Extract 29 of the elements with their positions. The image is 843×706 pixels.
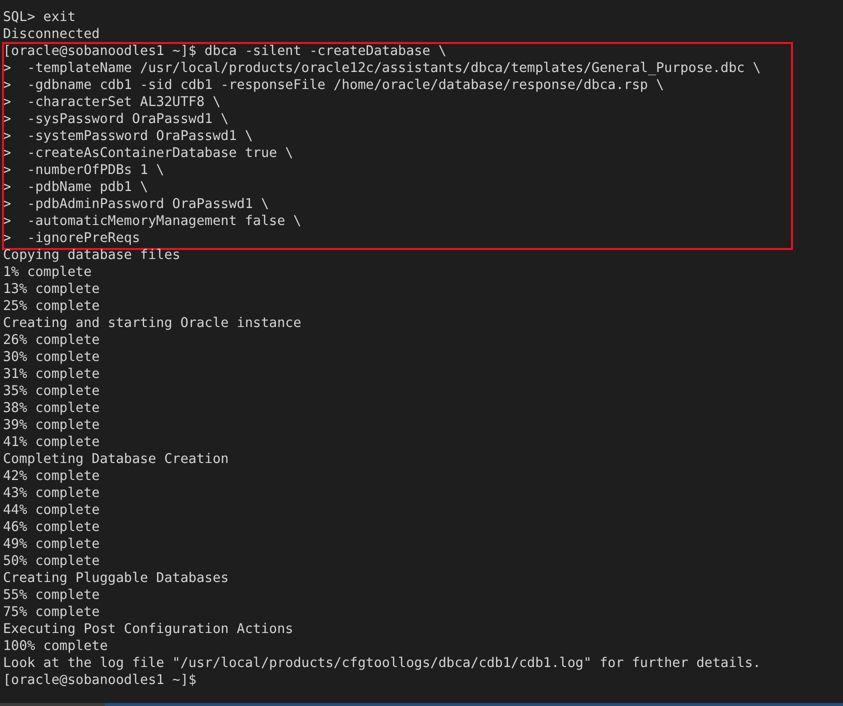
terminal-line: 25% complete	[3, 298, 100, 315]
terminal-line: Executing Post Configuration Actions	[3, 621, 294, 638]
terminal-line: 49% complete	[3, 536, 100, 553]
terminal-line: 13% complete	[3, 281, 100, 298]
terminal-line: Copying database files	[3, 247, 180, 264]
terminal-line: Look at the log file "/usr/local/products/cfgtoollogs/dbca/cdb1/cdb1.log" for further details.	[3, 655, 761, 672]
terminal-line: 26% complete	[3, 332, 100, 349]
terminal-line: 46% complete	[3, 519, 100, 536]
terminal-line: 38% complete	[3, 400, 100, 417]
terminal-line: 41% complete	[3, 434, 100, 451]
terminal-line: Creating and starting Oracle instance	[3, 315, 302, 332]
terminal-line: 100% complete	[3, 638, 108, 655]
terminal-line: 30% complete	[3, 349, 100, 366]
terminal-line: Disconnected	[3, 26, 100, 43]
terminal-line: 75% complete	[3, 604, 100, 621]
terminal-line: [oracle@sobanoodles1 ~]$	[3, 672, 196, 689]
terminal-line: 31% complete	[3, 366, 100, 383]
terminal-line: 50% complete	[3, 553, 100, 570]
terminal-line: SQL> exit	[3, 9, 76, 26]
terminal-line: [oracle@sobanoodles1 ~]$ dbca -silent -createDatabase \	[3, 43, 446, 60]
terminal-line: 35% complete	[3, 383, 100, 400]
terminal-line: 43% complete	[3, 485, 100, 502]
terminal-line: 1% complete	[3, 264, 92, 281]
terminal-line: 39% complete	[3, 417, 100, 434]
terminal-line: Creating Pluggable Databases	[3, 570, 229, 587]
terminal-line: Completing Database Creation	[3, 451, 229, 468]
terminal-line: 44% complete	[3, 502, 100, 519]
terminal-line: 55% complete	[3, 587, 100, 604]
terminal-line: 42% complete	[3, 468, 100, 485]
